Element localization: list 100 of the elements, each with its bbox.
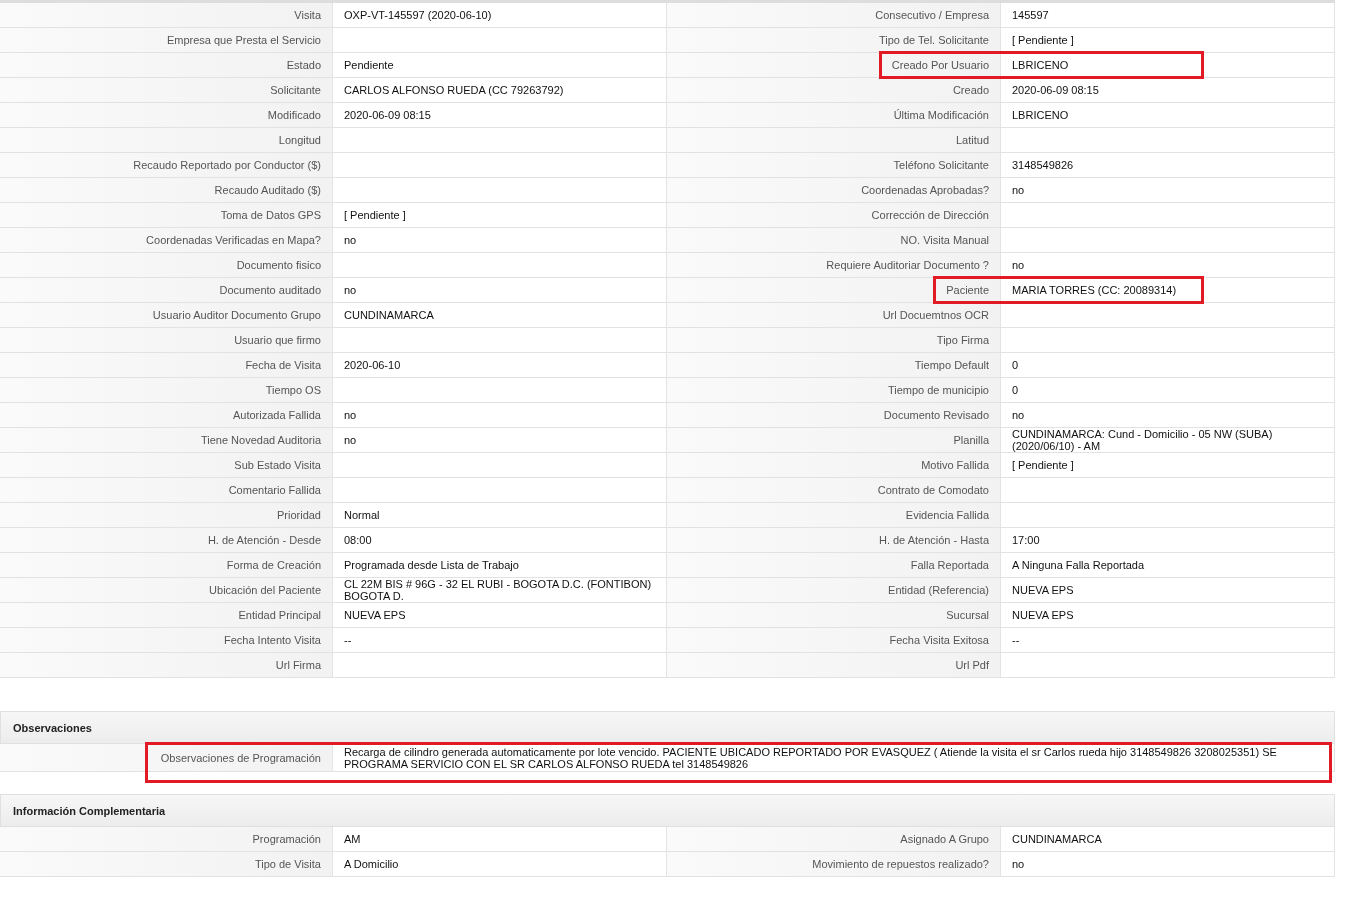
field-value: NUEVA EPS (344, 609, 406, 621)
field-value: no (1012, 409, 1025, 421)
field-value: CUNDINAMARCA (1012, 833, 1102, 845)
field-label: Paciente (946, 284, 989, 296)
field-label: Tiempo de municipio (887, 384, 989, 396)
field-label: H. de Atención - Hasta (878, 534, 989, 546)
field-value: AM (344, 833, 361, 845)
field-label: Forma de Creación (226, 559, 321, 571)
field-value: [ Pendiente ] (1012, 34, 1074, 46)
field-label: Asignado A Grupo (900, 833, 989, 845)
field-label: Última Modificación (893, 109, 989, 121)
field-label: Coordenadas Aprobadas? (861, 184, 989, 196)
field-label: Modificado (267, 109, 321, 121)
field-label: Fecha de Visita (245, 359, 321, 371)
field-value: OXP-VT-145597 (2020-06-10) (344, 9, 492, 21)
field-label: Tiempo Default (914, 359, 989, 371)
field-value: 17:00 (1012, 534, 1040, 546)
field-value: Pendiente (344, 59, 394, 71)
field-label: Documento Revisado (883, 409, 989, 421)
field-value: 0 (1012, 384, 1019, 396)
field-value: Normal (344, 509, 380, 521)
field-value: no (344, 434, 357, 446)
field-value: 145597 (1012, 9, 1049, 21)
field-label: Requiere Auditoriar Documento ? (826, 259, 989, 271)
field-value: [ Pendiente ] (344, 209, 406, 221)
field-value: 08:00 (344, 534, 372, 546)
field-label: Recaudo Reportado por Conductor ($) (133, 159, 321, 171)
field-label: Tiene Novedad Auditoria (200, 434, 321, 446)
field-value: Programada desde Lista de Trabajo (344, 559, 519, 571)
field-label: Coordenadas Verificadas en Mapa? (146, 234, 321, 246)
field-value: Recarga de cilindro generada automaticamente por lote vencido. PACIENTE UBICADO REPORTADO POR EVASQUEZ ( Atiende la visita el sr Carlos rueda hijo 3148549826 3208025351) SE PROGRAMA SERVICIO CON EL SR CARLOS ALFONSO RUEDA tel 3148549826 (344, 745, 1278, 770)
field-label: Ubicación del Paciente (209, 584, 321, 596)
field-value: LBRICENO (1012, 59, 1069, 71)
field-label: Sub Estado Visita (234, 459, 321, 471)
field-label: Solicitante (270, 84, 321, 96)
field-label: Teléfono Solicitante (893, 159, 989, 171)
field-label: Url Pdf (955, 659, 989, 671)
field-label: Usuario que firmo (234, 334, 321, 346)
field-label: Usuario Auditor Documento Grupo (152, 309, 321, 321)
field-label: Entidad Principal (238, 609, 321, 621)
field-label: Url Docuemtnos OCR (882, 309, 989, 321)
field-label: Tipo de Tel. Solicitante (878, 34, 989, 46)
field-label: Tipo de Visita (254, 858, 321, 870)
field-label: Sucursal (946, 609, 989, 621)
field-value: LBRICENO (1012, 109, 1069, 121)
field-value: CL 22M BIS # 96G - 32 EL RUBI - BOGOTA D.C. (FONTIBON) BOGOTA D. (344, 578, 653, 602)
field-label: Url Firma (275, 659, 321, 671)
field-value: A Domicilio (344, 858, 399, 870)
field-label: Programación (252, 833, 321, 845)
field-label: H. de Atención - Desde (207, 534, 321, 546)
field-value: no (1012, 184, 1025, 196)
field-label: Tipo Firma (936, 334, 989, 346)
field-label: Creado Por Usuario (891, 59, 989, 71)
section-title: Observaciones (13, 721, 92, 734)
field-label: Latitud (955, 134, 989, 146)
field-label: Planilla (953, 434, 989, 446)
field-value: NUEVA EPS (1012, 584, 1074, 596)
field-label: Visita (294, 9, 321, 21)
field-value: NUEVA EPS (1012, 609, 1074, 621)
field-label: Toma de Datos GPS (220, 209, 321, 221)
field-label: Evidencia Fallida (905, 509, 989, 521)
field-value: 2020-06-09 08:15 (1012, 84, 1099, 96)
field-label: Autorizada Fallida (232, 409, 321, 421)
field-label: Falla Reportada (910, 559, 989, 571)
field-label: Creado (952, 84, 989, 96)
field-label: Fecha Intento Visita (223, 634, 321, 646)
field-label: Fecha Visita Exitosa (889, 634, 989, 646)
field-label: Documento auditado (219, 284, 321, 296)
field-value: [ Pendiente ] (1012, 459, 1074, 471)
field-label: Movimiento de repuestos realizado? (812, 858, 989, 870)
field-label: Recaudo Auditado ($) (214, 184, 321, 196)
field-value: 3148549826 (1012, 159, 1074, 171)
field-label: Corrección de Dirección (871, 209, 989, 221)
field-label: Motivo Fallida (921, 459, 989, 471)
field-value: no (344, 284, 357, 296)
field-value: CUNDINAMARCA: Cund - Domicilio - 05 NW (SUBA) (2020/06/10) - AM (1012, 428, 1274, 452)
field-value: no (1012, 259, 1025, 271)
field-value: CUNDINAMARCA (344, 309, 434, 321)
field-value: 2020-06-10 (344, 359, 401, 371)
field-label: Longitud (278, 134, 321, 146)
field-label: Observaciones de Programación (160, 751, 321, 764)
field-label: Tiempo OS (265, 384, 321, 396)
field-value: A Ninguna Falla Reportada (1012, 559, 1145, 571)
field-label: Comentario Fallida (228, 484, 321, 496)
field-label: Documento fisico (236, 259, 321, 271)
section-title: Información Complementaria (13, 804, 166, 817)
field-value: no (344, 234, 357, 246)
field-value: no (1012, 858, 1025, 870)
field-label: Prioridad (276, 509, 321, 521)
field-label: Empresa que Presta el Servicio (166, 34, 321, 46)
field-value: CARLOS ALFONSO RUEDA (CC 79263792) (344, 84, 564, 96)
field-label: NO. Visita Manual (900, 234, 989, 246)
field-value: 2020-06-09 08:15 (344, 109, 431, 121)
field-value: no (344, 409, 357, 421)
field-value: -- (344, 634, 352, 646)
field-value: -- (1012, 634, 1020, 646)
field-label: Consecutivo / Empresa (875, 9, 989, 21)
field-label: Contrato de Comodato (877, 484, 989, 496)
field-label: Entidad (Referencia) (888, 584, 989, 596)
field-label: Estado (286, 59, 321, 71)
